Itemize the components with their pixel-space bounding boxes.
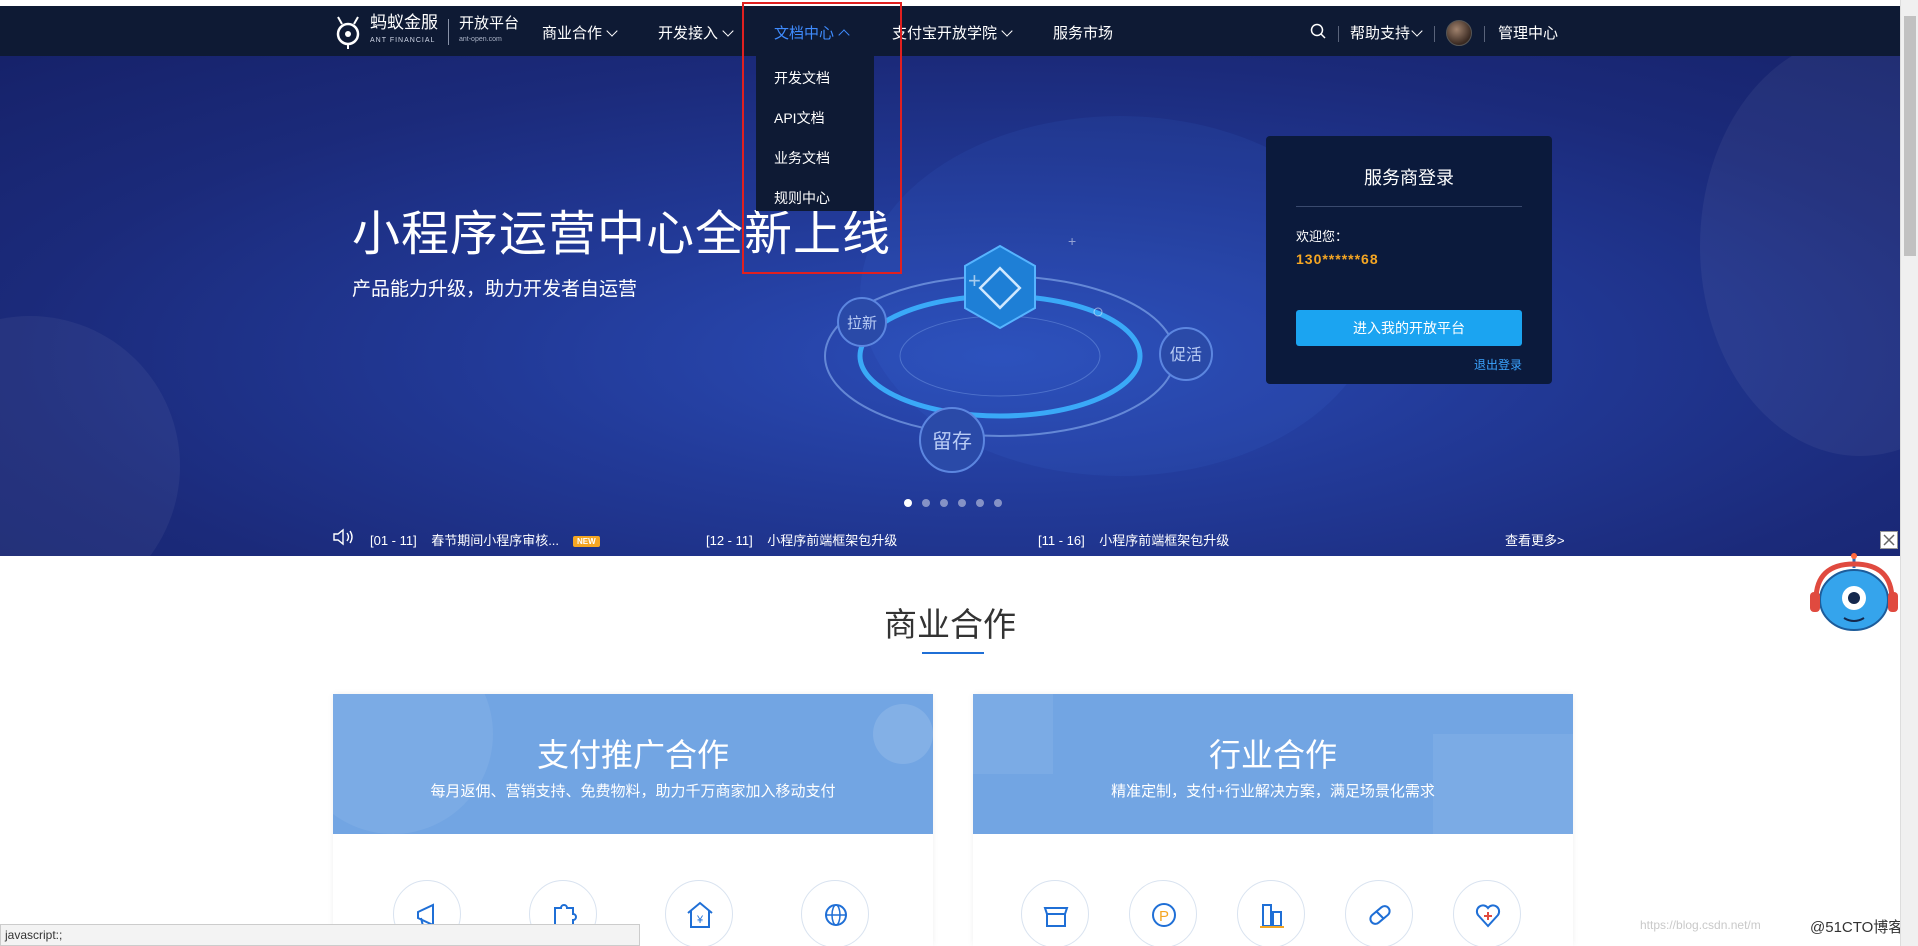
login-panel: 服务商登录 欢迎您： 130******68 进入我的开放平台 退出登录	[1266, 136, 1552, 384]
login-title: 服务商登录	[1364, 168, 1454, 188]
globe-icon[interactable]	[801, 880, 869, 946]
dropdown-item-api-docs[interactable]: API文档	[774, 108, 825, 128]
carousel-dot[interactable]	[904, 499, 912, 507]
browser-status-bar: javascript:;	[0, 924, 640, 946]
brand-name: 蚂蚁金服 ANT FINANCIAL	[370, 13, 438, 45]
avatar[interactable]	[1446, 20, 1472, 46]
card-title: 行业合作	[1208, 737, 1337, 773]
dropdown-item-dev-docs[interactable]: 开发文档	[774, 68, 830, 88]
medical-heart-icon[interactable]	[1453, 880, 1521, 946]
nav-develop[interactable]: 开发接入	[658, 22, 734, 43]
card-banner: 支付推广合作 每月返佣、营销支持、免费物料，助力千万商家加入移动支付	[333, 694, 933, 834]
carousel-dot[interactable]	[940, 499, 948, 507]
svg-text:¥: ¥	[696, 914, 704, 926]
ant-logo-icon	[336, 16, 360, 49]
chevron-down-icon	[722, 25, 734, 37]
platform-name: 开放平台 ant-open.com	[459, 15, 520, 44]
orbit-illustration: 拉新 促活 留存 + +	[824, 233, 1213, 473]
carousel-dot[interactable]	[994, 499, 1002, 507]
card-payment-promo[interactable]: 支付推广合作 每月返佣、营销支持、免费物料，助力千万商家加入移动支付 ¥	[333, 694, 933, 946]
carousel-dots	[904, 499, 1002, 507]
search-icon[interactable]	[1310, 23, 1326, 39]
chevron-down-icon	[1411, 25, 1423, 37]
speaker-icon	[333, 528, 353, 546]
view-more-link[interactable]: 查看更多>	[1505, 530, 1565, 549]
orbit-label-active: 促活	[1170, 346, 1202, 364]
top-nav: 蚂蚁金服 ANT FINANCIAL 开放平台 ant-open.com 商业合…	[0, 0, 1900, 56]
card-subtitle: 精准定制，支付+行业解决方案，满足场景化需求	[1111, 783, 1435, 800]
card-banner: 行业合作 精准定制，支付+行业解决方案，满足场景化需求	[973, 694, 1573, 834]
user-phone: 130******68	[1296, 251, 1379, 267]
nav-admin[interactable]: 管理中心	[1498, 22, 1558, 43]
card-industry[interactable]: 行业合作 精准定制，支付+行业解决方案，满足场景化需求 P	[973, 694, 1573, 946]
chevron-down-icon	[1001, 25, 1013, 37]
scrollbar[interactable]	[1900, 0, 1918, 946]
orbit-label-new: 拉新	[847, 315, 877, 332]
notice-item[interactable]: [12 - 11] 小程序前端框架包升级	[706, 530, 897, 549]
pill-icon[interactable]	[1345, 880, 1413, 946]
carousel-dot[interactable]	[976, 499, 984, 507]
nav-business[interactable]: 商业合作	[542, 22, 618, 43]
docs-dropdown-menu: 开发文档 API文档 业务文档 规则中心	[756, 56, 874, 211]
close-icon[interactable]	[1880, 531, 1898, 549]
section-title: 商业合作	[884, 606, 1016, 643]
svg-text:P: P	[1159, 908, 1169, 925]
carousel-dot[interactable]	[922, 499, 930, 507]
store-icon[interactable]	[1021, 880, 1089, 946]
notice-item[interactable]: [01 - 11] 春节期间小程序审核... NEW	[370, 530, 600, 549]
notice-bar: [01 - 11] 春节期间小程序审核... NEW [12 - 11] 小程序前…	[0, 518, 1900, 556]
card-subtitle: 每月返佣、营销支持、免费物料，助力千万商家加入移动支付	[430, 783, 836, 800]
scrollbar-thumb[interactable]	[1904, 16, 1916, 256]
nav-help[interactable]: 帮助支持	[1350, 22, 1423, 43]
svg-text:+: +	[968, 268, 981, 293]
orbit-label-retain: 留存	[932, 430, 972, 453]
welcome-label: 欢迎您：	[1296, 229, 1349, 244]
chevron-up-icon	[838, 29, 850, 41]
nav-academy[interactable]: 支付宝开放学院	[892, 22, 1013, 43]
building-icon[interactable]	[1237, 880, 1305, 946]
page: 蚂蚁金服 ANT FINANCIAL 开放平台 ant-open.com 商业合…	[0, 0, 1918, 946]
svg-text:+: +	[1068, 233, 1076, 249]
yuan-house-icon[interactable]: ¥	[665, 880, 733, 946]
card-title: 支付推广合作	[536, 737, 729, 773]
dropdown-item-business-docs[interactable]: 业务文档	[774, 148, 830, 168]
nav-docs[interactable]: 文档中心	[774, 22, 850, 43]
new-badge: NEW	[573, 536, 600, 547]
parking-icon[interactable]: P	[1129, 880, 1197, 946]
dropdown-item-rules[interactable]: 规则中心	[774, 188, 830, 208]
watermark-source: @51CTO博客	[1810, 919, 1904, 936]
logo[interactable]: 蚂蚁金服 ANT FINANCIAL 开放平台 ant-open.com	[330, 14, 519, 50]
watermark-url: https://blog.csdn.net/m	[1640, 918, 1761, 932]
carousel-dot[interactable]	[958, 499, 966, 507]
hero-banner[interactable]: 小程序运营中心全新上线 产品能力升级，助力开发者自运营 拉新 促活 留存 + +	[0, 56, 1900, 556]
chevron-down-icon	[606, 25, 618, 37]
nav-market[interactable]: 服务市场	[1053, 22, 1113, 43]
hero-subtitle: 产品能力升级，助力开发者自运营	[352, 279, 638, 300]
enter-platform-button[interactable]: 进入我的开放平台	[1296, 310, 1522, 346]
notice-item[interactable]: [11 - 16] 小程序前端框架包升级	[1038, 530, 1229, 549]
logout-link[interactable]: 退出登录	[1474, 356, 1522, 373]
